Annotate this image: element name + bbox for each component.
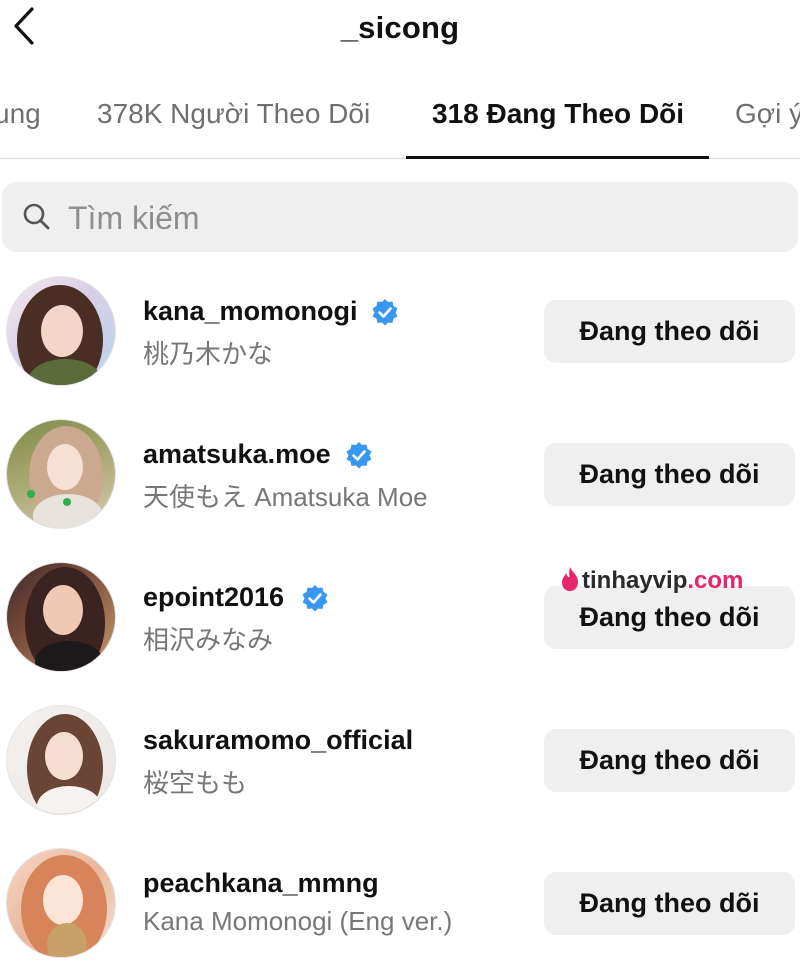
account-row[interactable]: sakuramomo_official 桜空もも Đang theo dõi: [0, 705, 800, 825]
verified-badge-icon: [346, 442, 372, 469]
avatar[interactable]: [6, 419, 116, 529]
tab-bar: ung 378K Người Theo Dõi 318 Đang Theo Dõ…: [0, 76, 800, 160]
username[interactable]: sakuramomo_official: [143, 725, 413, 756]
flame-logo-icon: [562, 567, 578, 591]
verified-badge-icon: [302, 585, 328, 612]
username[interactable]: peachkana_mmng: [143, 868, 379, 899]
tab-mutual[interactable]: ung: [0, 98, 41, 130]
page-title: _sicong: [340, 10, 460, 45]
watermark-suffix: .com: [687, 567, 744, 594]
following-button[interactable]: Đang theo dõi: [544, 872, 795, 935]
full-name: Kana Momonogi (Eng ver.): [143, 906, 453, 936]
top-bar: _sicong: [0, 0, 800, 64]
account-row[interactable]: peachkana_mmng Kana Momonogi (Eng ver.) …: [0, 848, 800, 968]
avatar[interactable]: [6, 705, 116, 815]
verified-badge-icon: [372, 299, 398, 326]
tab-following[interactable]: 318 Đang Theo Dõi: [432, 98, 684, 130]
watermark: tinhayvip.com: [560, 566, 743, 595]
full-name: 天使もえ Amatsuka Moe: [143, 482, 428, 512]
tab-followers[interactable]: 378K Người Theo Dõi: [97, 98, 370, 130]
full-name: 相沢みなみ: [143, 625, 274, 655]
following-button[interactable]: Đang theo dõi: [544, 586, 795, 649]
avatar[interactable]: [6, 562, 116, 672]
username[interactable]: epoint2016: [143, 582, 284, 613]
username[interactable]: amatsuka.moe: [143, 439, 331, 470]
full-name: 桜空もも: [143, 768, 248, 798]
following-button[interactable]: Đang theo dõi: [544, 300, 795, 363]
search-icon: [23, 203, 50, 230]
tab-suggested[interactable]: Gợi ý: [735, 98, 800, 130]
account-row[interactable]: amatsuka.moe 天使もえ Amatsuka Moe Đang theo…: [0, 419, 800, 539]
active-tab-indicator: [406, 156, 709, 159]
avatar[interactable]: [6, 848, 116, 958]
search-input[interactable]: [66, 192, 770, 244]
search-bar[interactable]: [2, 182, 798, 252]
username[interactable]: kana_momonogi: [143, 296, 358, 327]
following-button[interactable]: Đang theo dõi: [544, 443, 795, 506]
full-name: 桃乃木かな: [143, 339, 274, 369]
avatar[interactable]: [6, 276, 116, 386]
watermark-text: tinhayvip: [582, 567, 688, 594]
account-row[interactable]: kana_momonogi 桃乃木かな Đang theo dõi: [0, 276, 800, 396]
following-button[interactable]: Đang theo dõi: [544, 729, 795, 792]
